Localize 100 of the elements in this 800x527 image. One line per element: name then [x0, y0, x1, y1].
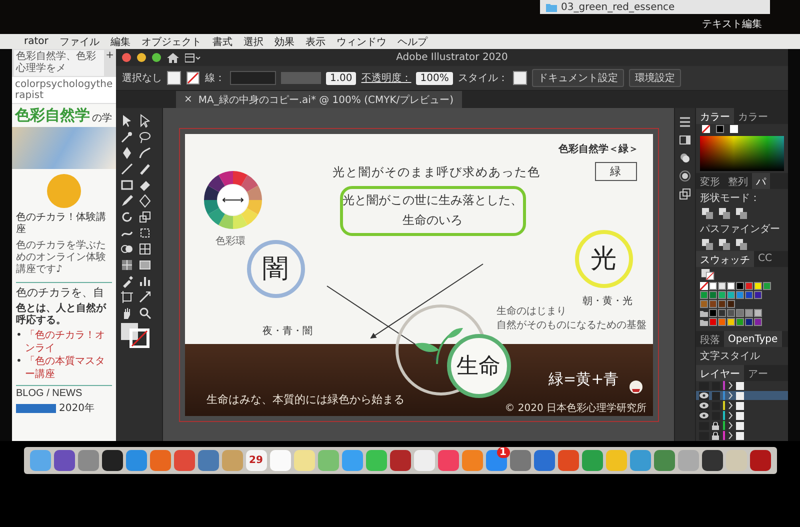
none-swatch-icon[interactable]: [702, 125, 710, 133]
toolbar-button[interactable]: 環境設定: [628, 69, 681, 87]
fill-swatch[interactable]: [167, 71, 181, 85]
zoom-button[interactable]: [152, 53, 161, 62]
graphic-style-swatch[interactable]: [512, 71, 527, 85]
variable-width-field[interactable]: [281, 72, 321, 84]
arrow-icon[interactable]: [138, 114, 152, 128]
link[interactable]: 「色の本質マスター講座: [24, 356, 112, 382]
color-swatch[interactable]: [727, 309, 735, 317]
mesh-icon[interactable]: [120, 258, 134, 272]
address-bar[interactable]: colorpsychologytherapist: [12, 77, 116, 104]
app-menu[interactable]: テキスト編集: [694, 14, 770, 34]
home-icon[interactable]: [167, 52, 179, 62]
rectangle-icon[interactable]: [120, 178, 134, 192]
circles-icon[interactable]: [679, 152, 691, 164]
app-icon[interactable]: [702, 450, 722, 471]
browser-tab[interactable]: 色彩自然学、色彩心理学をメ: [14, 50, 104, 76]
menu-item[interactable]: ウィンドウ: [336, 34, 386, 48]
visibility-toggle[interactable]: [699, 392, 709, 400]
visibility-toggle[interactable]: [699, 432, 709, 440]
transform-icon[interactable]: [679, 188, 691, 200]
visibility-toggle[interactable]: [699, 382, 709, 390]
brush-field[interactable]: 1.00: [326, 72, 356, 84]
free-transform-icon[interactable]: [138, 226, 152, 240]
panel-tab[interactable]: レイヤー: [696, 365, 744, 381]
curvature-pen-icon[interactable]: [138, 146, 152, 160]
color-swatch[interactable]: [754, 318, 762, 326]
color-swatch[interactable]: [745, 309, 753, 317]
minimize-button[interactable]: [137, 53, 146, 62]
scale-icon[interactable]: [138, 210, 152, 224]
color-swatch[interactable]: [709, 291, 717, 299]
menu-item[interactable]: 選択: [243, 34, 264, 48]
lock-toggle[interactable]: [712, 422, 720, 430]
wand-icon[interactable]: [120, 130, 134, 144]
color-swatch[interactable]: [709, 318, 717, 326]
menu-item[interactable]: 書式: [212, 34, 232, 48]
app-icon[interactable]: 29: [246, 450, 266, 471]
link[interactable]: 「色のチカラ！オンライ: [24, 330, 112, 356]
visibility-toggle[interactable]: [699, 402, 709, 410]
lasso-icon[interactable]: [138, 130, 152, 144]
opacity-label[interactable]: 不透明度：: [361, 71, 412, 85]
color-swatch[interactable]: [736, 318, 744, 326]
stroke-swatch[interactable]: [186, 71, 200, 85]
slice-icon[interactable]: [138, 290, 152, 304]
card-title[interactable]: 色のチカラ！体験講座: [16, 212, 112, 236]
shape-mode-icon[interactable]: [736, 208, 747, 218]
search-icon[interactable]: [138, 306, 152, 320]
menu-item[interactable]: 表示: [305, 34, 326, 48]
color-spectrum[interactable]: [700, 136, 784, 170]
menu-item[interactable]: 効果: [274, 34, 294, 48]
color-swatch[interactable]: [727, 300, 735, 308]
color-swatch[interactable]: [736, 291, 744, 299]
color-swatch[interactable]: [718, 291, 726, 299]
close-button[interactable]: [122, 53, 131, 62]
menu-item[interactable]: 編集: [110, 34, 130, 48]
eraser-icon[interactable]: [138, 178, 152, 192]
color-swatch[interactable]: [709, 300, 717, 308]
pathfinder-icon[interactable]: [736, 238, 747, 250]
color-swatch[interactable]: [709, 309, 717, 317]
color-swatch[interactable]: [754, 282, 762, 290]
menu-item[interactable]: ファイル: [59, 34, 100, 48]
rotate-icon[interactable]: [120, 210, 134, 224]
swap-swatch-icon[interactable]: [730, 125, 738, 133]
color-swatch[interactable]: [718, 309, 726, 317]
color-swatch[interactable]: [736, 282, 744, 290]
color-swatch[interactable]: [736, 309, 744, 317]
lock-toggle[interactable]: [712, 382, 720, 390]
color-swatch[interactable]: [754, 291, 762, 299]
color-swatch[interactable]: [727, 291, 735, 299]
app-icon[interactable]: [102, 450, 122, 471]
panel-tab[interactable]: OpenType: [724, 331, 782, 347]
pen-icon[interactable]: [120, 146, 134, 160]
none-swatch-icon[interactable]: [700, 282, 708, 290]
panel-tab[interactable]: パ: [752, 172, 770, 188]
new-tab-button[interactable]: +: [106, 50, 114, 61]
color-swatch[interactable]: [727, 282, 735, 290]
pathfinder-icon[interactable]: [719, 238, 730, 250]
app-icon[interactable]: [750, 450, 770, 471]
sun-icon[interactable]: [679, 170, 691, 182]
line-icon[interactable]: [120, 162, 134, 176]
stroke-weight-field[interactable]: [230, 71, 276, 85]
menu-item[interactable]: rator: [24, 36, 48, 47]
color-swatch[interactable]: [718, 318, 726, 326]
tab-close-button[interactable]: ×: [184, 94, 192, 105]
character-style-tab[interactable]: 文字スタイル: [696, 347, 788, 365]
color-swatch[interactable]: [745, 318, 753, 326]
fill-stroke-swatches[interactable]: [700, 268, 716, 280]
menu-item[interactable]: オブジェクト: [141, 34, 202, 48]
default-fill-icon[interactable]: [716, 125, 724, 133]
shape-mode-icon[interactable]: [719, 208, 730, 218]
grid-icon[interactable]: [138, 242, 152, 256]
color-swatch[interactable]: [718, 300, 726, 308]
color-swatch[interactable]: [700, 300, 708, 308]
gradient-icon[interactable]: [138, 258, 152, 272]
color-swatch[interactable]: [709, 282, 717, 290]
document-tab[interactable]: × MA_緑の中身のコピー.ai* @ 100% (CMYK/プレビュー): [176, 91, 462, 108]
menu-item[interactable]: ヘルプ: [397, 34, 428, 48]
color-swatch[interactable]: [700, 291, 708, 299]
pencil-icon[interactable]: [120, 194, 134, 208]
bar-chart-icon[interactable]: [138, 274, 152, 288]
